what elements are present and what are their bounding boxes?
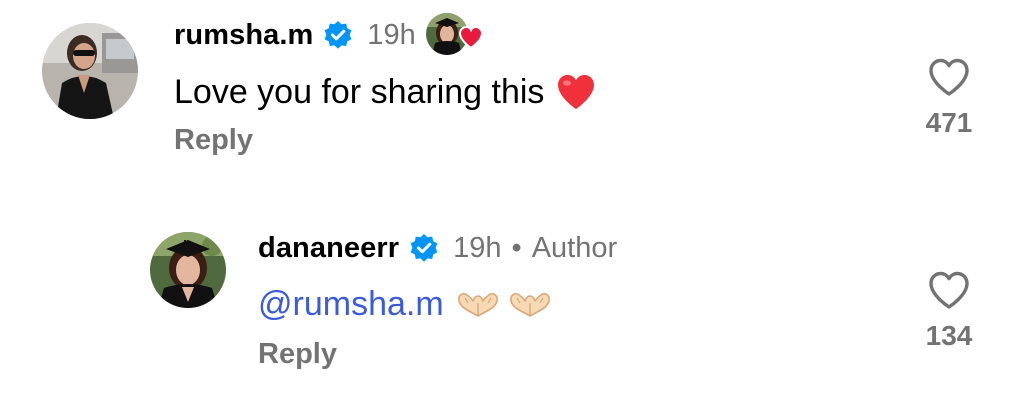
avatar[interactable]	[150, 232, 226, 308]
timestamp: 19h	[367, 18, 416, 51]
author-label: Author	[531, 231, 618, 264]
comment-text: Love you for sharing this	[174, 72, 545, 111]
reply-button[interactable]: Reply	[258, 338, 337, 371]
liked-by-author-indicator	[425, 13, 484, 57]
mention-link[interactable]: @rumsha.m	[258, 285, 444, 324]
like-column: 471	[914, 57, 984, 139]
separator-dot: •	[511, 231, 522, 264]
comment-header: rumsha.m 19h	[174, 13, 484, 57]
heart-hands-emoji-icon	[508, 289, 552, 319]
comment-header: dananeerr 19h • Author	[258, 226, 617, 270]
like-count: 134	[925, 320, 973, 351]
heart-emoji-icon	[556, 73, 596, 111]
verified-badge-icon	[409, 233, 439, 263]
like-heart-icon[interactable]	[927, 270, 971, 310]
like-heart-icon[interactable]	[927, 57, 971, 97]
avatar-photo	[42, 23, 138, 119]
like-count: 471	[925, 107, 973, 138]
avatar[interactable]	[42, 23, 138, 119]
reply-button[interactable]: Reply	[174, 124, 253, 157]
avatar-photo	[150, 232, 226, 308]
comment-body: @rumsha.m	[258, 282, 552, 326]
timestamp: 19h	[453, 231, 502, 264]
heart-icon	[458, 25, 484, 50]
like-column: 134	[914, 270, 984, 352]
username[interactable]: rumsha.m	[174, 19, 313, 52]
heart-hands-emoji-icon	[456, 289, 500, 319]
comment-body: Love you for sharing this	[174, 70, 596, 114]
comments-thread: rumsha.m 19h Love you for sharing this R…	[0, 0, 1024, 393]
username[interactable]: dananeerr	[258, 232, 399, 265]
verified-badge-icon	[323, 20, 353, 50]
